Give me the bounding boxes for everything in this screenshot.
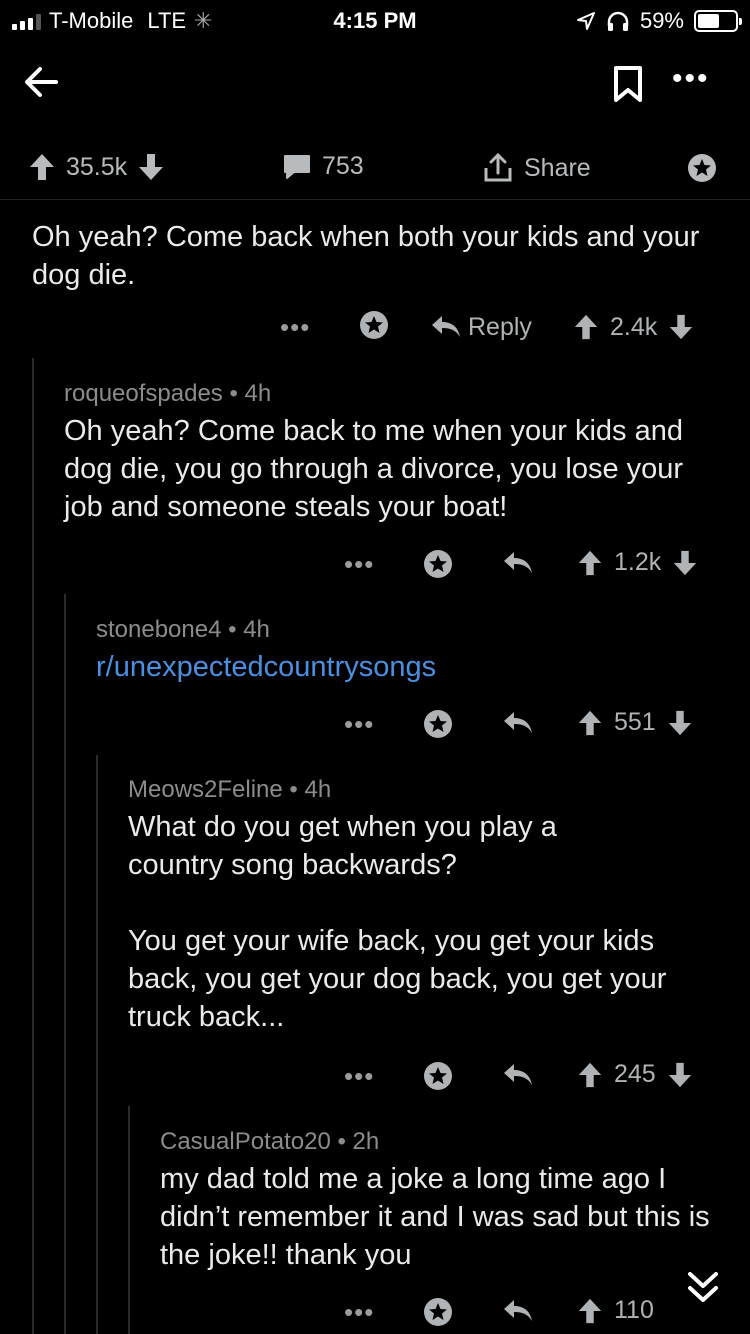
more-options-icon[interactable]: ••• [344, 549, 374, 580]
more-options-icon[interactable]: ••• [344, 1061, 374, 1092]
post-comments-button[interactable]: 753 [282, 152, 364, 181]
reply-label: Reply [468, 312, 532, 341]
more-options-icon[interactable]: ••• [344, 1297, 374, 1328]
upvote-icon[interactable] [28, 152, 56, 182]
battery-icon [694, 10, 742, 32]
downvote-icon[interactable] [671, 549, 699, 577]
comment-body-paragraph-2: You get your wife back, you get your kid… [128, 925, 667, 1033]
thread-line-depth-3 [96, 755, 98, 1334]
comment-meta: roqueofspades • 4h [64, 380, 724, 408]
location-arrow-icon [576, 12, 595, 30]
reply-arrow-icon[interactable] [502, 710, 534, 736]
comment-3: stonebone4 • 4h r/unexpectedcountrysongs [96, 616, 726, 686]
upvote-icon[interactable] [576, 709, 604, 737]
thread-line-depth-4 [128, 1106, 130, 1334]
comment-body: Oh yeah? Come back when both your kids a… [32, 221, 700, 291]
comment-score: 110 [614, 1296, 654, 1324]
award-icon[interactable] [422, 1296, 454, 1328]
thread-line-depth-1 [32, 358, 34, 1334]
comment-body: What do you get when you play a country … [128, 811, 557, 881]
comment-age: 2h [352, 1128, 380, 1155]
reply-arrow-icon[interactable] [502, 1298, 534, 1324]
downvote-icon[interactable] [666, 709, 694, 737]
status-bar: T-Mobile LTE ✳ 4:15 PM 59% [0, 0, 750, 42]
comment-body: Oh yeah? Come back to me when your kids … [64, 415, 684, 523]
comment-author[interactable]: Meows2Feline [128, 776, 283, 803]
comment-age: 4h [304, 776, 332, 803]
vote-group: 2.4k [572, 313, 695, 342]
share-label: Share [524, 153, 591, 182]
battery-percent: 59% [639, 8, 684, 33]
comment-1: Oh yeah? Come back when both your kids a… [32, 218, 722, 294]
thread-line-depth-2 [64, 594, 66, 1334]
share-icon [484, 152, 512, 182]
comment-score: 1.2k [614, 548, 662, 576]
comment-2-actions: ••• 1.2k [344, 546, 724, 582]
vote-group: 551 [576, 708, 694, 737]
comment-4: Meows2Feline • 4h What do you get when y… [128, 776, 718, 1036]
vote-group: 245 [576, 1060, 694, 1089]
comment-4-actions: ••• 245 [344, 1058, 724, 1094]
double-chevron-down-icon[interactable] [686, 1268, 720, 1308]
back-arrow-icon[interactable] [20, 60, 64, 104]
comment-score: 2.4k [610, 312, 658, 341]
award-icon[interactable] [358, 309, 390, 341]
comment-author[interactable]: stonebone4 [96, 616, 221, 643]
comment-author[interactable]: CasualPotato20 [160, 1128, 331, 1155]
status-right: 59% [576, 8, 742, 34]
meta-separator: • [289, 776, 298, 803]
comment-2: roqueofspades • 4h Oh yeah? Come back to… [64, 380, 724, 526]
comment-meta: CasualPotato20 • 2h [160, 1128, 730, 1156]
meta-separator: • [337, 1128, 346, 1155]
downvote-icon[interactable] [666, 1061, 694, 1089]
bookmark-icon[interactable] [610, 62, 646, 106]
reply-arrow-icon[interactable] [502, 1062, 534, 1088]
reply-arrow-icon[interactable] [502, 550, 534, 576]
upvote-icon[interactable] [576, 1061, 604, 1089]
more-options-icon[interactable]: ••• [344, 709, 374, 740]
award-icon[interactable] [422, 1060, 454, 1092]
comment-meta: stonebone4 • 4h [96, 616, 726, 644]
comment-age: 4h [244, 380, 272, 407]
more-options-icon[interactable]: ••• [280, 312, 310, 343]
reply-button[interactable]: Reply [430, 313, 532, 342]
downvote-icon[interactable] [137, 152, 165, 182]
comment-1-actions: ••• Reply 2.4k [280, 309, 720, 345]
share-button[interactable]: Share [482, 152, 591, 184]
reply-arrow-icon [432, 316, 460, 337]
upvote-icon[interactable] [572, 313, 600, 341]
meta-separator: • [228, 616, 237, 643]
comment-score: 245 [614, 1060, 656, 1088]
post-vote-group: 35.5k [28, 152, 165, 182]
comment-5-actions: ••• 110 [344, 1294, 684, 1330]
post-comment-count: 753 [322, 152, 364, 180]
vote-group: 1.2k [576, 548, 699, 577]
comment-5: CasualPotato20 • 2h my dad told me a jok… [160, 1128, 730, 1274]
comment-score: 551 [614, 708, 656, 736]
speech-bubble-icon [284, 154, 310, 179]
more-options-icon[interactable]: ••• [672, 62, 710, 96]
award-icon[interactable] [422, 548, 454, 580]
headphones-icon [607, 11, 629, 31]
comment-3-actions: ••• 551 [344, 706, 724, 742]
comment-author[interactable]: roqueofspades [64, 380, 223, 407]
comment-meta: Meows2Feline • 4h [128, 776, 718, 804]
top-nav: ••• [0, 50, 750, 120]
award-icon[interactable] [686, 152, 718, 184]
award-icon[interactable] [422, 708, 454, 740]
vote-group: 110 [576, 1296, 654, 1325]
comment-body: my dad told me a joke a long time ago I … [160, 1163, 710, 1271]
downvote-icon[interactable] [667, 313, 695, 341]
subreddit-link[interactable]: r/unexpectedcountrysongs [96, 648, 726, 686]
comment-age: 4h [243, 616, 270, 643]
meta-separator: • [229, 380, 238, 407]
upvote-icon[interactable] [576, 549, 604, 577]
post-action-bar: 35.5k 753 Share [0, 140, 750, 200]
upvote-icon[interactable] [576, 1297, 604, 1325]
post-upvote-count: 35.5k [66, 152, 128, 181]
